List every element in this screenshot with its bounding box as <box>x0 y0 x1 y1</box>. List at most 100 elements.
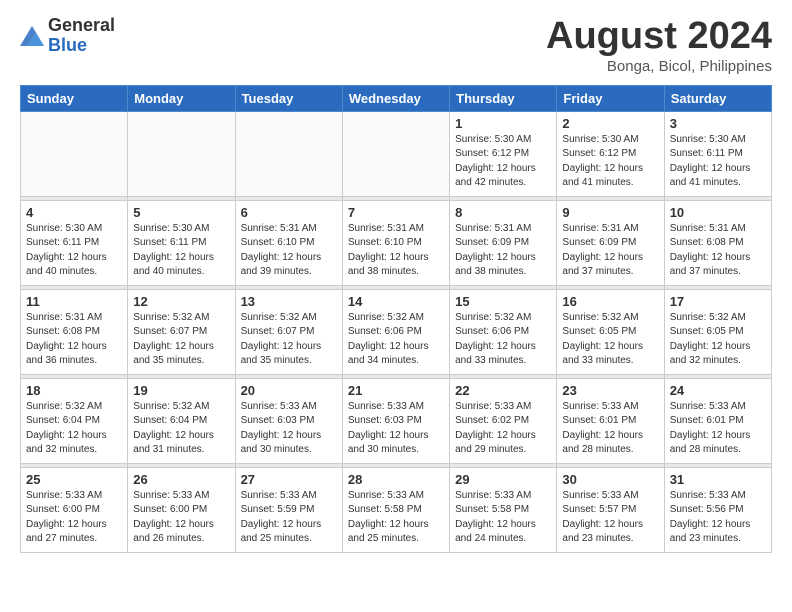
day-number: 21 <box>348 383 444 398</box>
day-cell: 9Sunrise: 5:31 AMSunset: 6:09 PMDaylight… <box>557 200 664 285</box>
day-info: Sunrise: 5:32 AMSunset: 6:05 PMDaylight:… <box>670 311 766 369</box>
day-info: Sunrise: 5:33 AMSunset: 5:58 PMDaylight:… <box>455 489 551 547</box>
day-cell <box>128 111 235 196</box>
day-number: 20 <box>241 383 337 398</box>
location-text: Bonga, Bicol, Philippines <box>546 58 772 75</box>
day-info: Sunrise: 5:32 AMSunset: 6:06 PMDaylight:… <box>348 311 444 369</box>
logo: General Blue <box>20 16 115 56</box>
week-row-2: 4 Sunrise: 5:30 AMSunset: 6:11 PMDaylight… <box>21 200 772 285</box>
day-info: Sunrise: 5:32 AMSunset: 6:07 PMDaylight:… <box>133 311 229 369</box>
day-info: Sunrise: 5:33 AMSunset: 5:58 PMDaylight:… <box>348 489 444 547</box>
logo-blue-text: Blue <box>48 36 115 56</box>
day-info: Sunrise: 5:32 AMSunset: 6:04 PMDaylight:… <box>133 400 229 458</box>
day-number: 1 <box>455 116 551 131</box>
day-info: Sunrise: 5:33 AMSunset: 6:00 PMDaylight:… <box>133 489 229 547</box>
day-info: Sunrise: 5:33 AMSunset: 6:03 PMDaylight:… <box>348 400 444 458</box>
day-cell: 11 Sunrise: 5:31 AMSunset: 6:08 PMDayligh… <box>21 289 128 374</box>
logo-text: General Blue <box>48 16 115 56</box>
day-info: Sunrise: 5:31 AMSunset: 6:09 PMDaylight:… <box>455 222 551 280</box>
day-info: Sunrise: 5:31 AMSunset: 6:10 PMDaylight:… <box>348 222 444 280</box>
day-info: Sunrise: 5:31 AMSunset: 6:08 PMDaylight:… <box>26 311 122 369</box>
day-cell: 24Sunrise: 5:33 AMSunset: 6:01 PMDayligh… <box>664 378 771 463</box>
day-cell <box>342 111 449 196</box>
day-number: 19 <box>133 383 229 398</box>
day-number: 10 <box>670 205 766 220</box>
week-row-1: 1 Sunrise: 5:30 AMSunset: 6:12 PMDaylight… <box>21 111 772 196</box>
day-number: 23 <box>562 383 658 398</box>
day-cell: 1 Sunrise: 5:30 AMSunset: 6:12 PMDaylight… <box>450 111 557 196</box>
day-cell: 28Sunrise: 5:33 AMSunset: 5:58 PMDayligh… <box>342 467 449 552</box>
day-number: 22 <box>455 383 551 398</box>
weekday-header-tuesday: Tuesday <box>235 85 342 111</box>
day-cell: 3Sunrise: 5:30 AMSunset: 6:11 PMDaylight… <box>664 111 771 196</box>
day-number: 29 <box>455 472 551 487</box>
logo-icon <box>20 26 44 46</box>
day-cell: 29 Sunrise: 5:33 AMSunset: 5:58 PMDayligh… <box>450 467 557 552</box>
day-number: 15 <box>455 294 551 309</box>
day-number: 27 <box>241 472 337 487</box>
weekday-header-row: SundayMondayTuesdayWednesdayThursdayFrid… <box>21 85 772 111</box>
day-cell <box>21 111 128 196</box>
page: General Blue August 2024 Bonga, Bicol, P… <box>0 0 792 563</box>
day-cell: 14 Sunrise: 5:32 AMSunset: 6:06 PMDayligh… <box>342 289 449 374</box>
day-info: Sunrise: 5:33 AMSunset: 6:02 PMDaylight:… <box>455 400 551 458</box>
day-info: Sunrise: 5:33 AMSunset: 5:57 PMDaylight:… <box>562 489 658 547</box>
day-cell: 6Sunrise: 5:31 AMSunset: 6:10 PMDaylight… <box>235 200 342 285</box>
day-info: Sunrise: 5:30 AMSunset: 6:11 PMDaylight:… <box>133 222 229 280</box>
day-number: 11 <box>26 294 122 309</box>
day-number: 2 <box>562 116 658 131</box>
week-row-5: 25Sunrise: 5:33 AMSunset: 6:00 PMDayligh… <box>21 467 772 552</box>
day-number: 24 <box>670 383 766 398</box>
day-cell: 22 Sunrise: 5:33 AMSunset: 6:02 PMDayligh… <box>450 378 557 463</box>
day-cell: 4 Sunrise: 5:30 AMSunset: 6:11 PMDaylight… <box>21 200 128 285</box>
weekday-header-wednesday: Wednesday <box>342 85 449 111</box>
day-info: Sunrise: 5:32 AMSunset: 6:06 PMDaylight:… <box>455 311 551 369</box>
weekday-header-saturday: Saturday <box>664 85 771 111</box>
day-number: 5 <box>133 205 229 220</box>
day-cell: 21 Sunrise: 5:33 AMSunset: 6:03 PMDayligh… <box>342 378 449 463</box>
weekday-header-sunday: Sunday <box>21 85 128 111</box>
day-cell: 20Sunrise: 5:33 AMSunset: 6:03 PMDayligh… <box>235 378 342 463</box>
day-cell: 26Sunrise: 5:33 AMSunset: 6:00 PMDayligh… <box>128 467 235 552</box>
day-number: 16 <box>562 294 658 309</box>
day-cell: 2 Sunrise: 5:30 AMSunset: 6:12 PMDaylight… <box>557 111 664 196</box>
day-cell: 30 Sunrise: 5:33 AMSunset: 5:57 PMDayligh… <box>557 467 664 552</box>
day-number: 7 <box>348 205 444 220</box>
day-number: 30 <box>562 472 658 487</box>
day-cell: 7 Sunrise: 5:31 AMSunset: 6:10 PMDaylight… <box>342 200 449 285</box>
day-info: Sunrise: 5:31 AMSunset: 6:10 PMDaylight:… <box>241 222 337 280</box>
day-number: 9 <box>562 205 658 220</box>
day-number: 13 <box>241 294 337 309</box>
month-year-title: August 2024 <box>546 16 772 58</box>
day-info: Sunrise: 5:30 AMSunset: 6:12 PMDaylight:… <box>455 133 551 191</box>
day-info: Sunrise: 5:33 AMSunset: 5:59 PMDaylight:… <box>241 489 337 547</box>
day-info: Sunrise: 5:33 AMSunset: 6:01 PMDaylight:… <box>562 400 658 458</box>
day-cell: 13 Sunrise: 5:32 AMSunset: 6:07 PMDayligh… <box>235 289 342 374</box>
day-number: 4 <box>26 205 122 220</box>
logo-general-text: General <box>48 16 115 36</box>
day-cell: 17Sunrise: 5:32 AMSunset: 6:05 PMDayligh… <box>664 289 771 374</box>
weekday-header-friday: Friday <box>557 85 664 111</box>
day-info: Sunrise: 5:30 AMSunset: 6:11 PMDaylight:… <box>670 133 766 191</box>
day-cell: 8Sunrise: 5:31 AMSunset: 6:09 PMDaylight… <box>450 200 557 285</box>
week-row-4: 18 Sunrise: 5:32 AMSunset: 6:04 PMDayligh… <box>21 378 772 463</box>
day-number: 18 <box>26 383 122 398</box>
calendar-table: SundayMondayTuesdayWednesdayThursdayFrid… <box>20 85 772 553</box>
day-number: 14 <box>348 294 444 309</box>
day-cell: 16Sunrise: 5:32 AMSunset: 6:05 PMDayligh… <box>557 289 664 374</box>
day-cell: 23 Sunrise: 5:33 AMSunset: 6:01 PMDayligh… <box>557 378 664 463</box>
day-info: Sunrise: 5:32 AMSunset: 6:07 PMDaylight:… <box>241 311 337 369</box>
day-cell: 31 Sunrise: 5:33 AMSunset: 5:56 PMDayligh… <box>664 467 771 552</box>
day-info: Sunrise: 5:33 AMSunset: 6:00 PMDaylight:… <box>26 489 122 547</box>
day-info: Sunrise: 5:30 AMSunset: 6:12 PMDaylight:… <box>562 133 658 191</box>
day-cell: 5 Sunrise: 5:30 AMSunset: 6:11 PMDaylight… <box>128 200 235 285</box>
day-number: 31 <box>670 472 766 487</box>
day-cell: 15 Sunrise: 5:32 AMSunset: 6:06 PMDayligh… <box>450 289 557 374</box>
day-cell: 19 Sunrise: 5:32 AMSunset: 6:04 PMDayligh… <box>128 378 235 463</box>
title-block: August 2024 Bonga, Bicol, Philippines <box>546 16 772 75</box>
day-info: Sunrise: 5:30 AMSunset: 6:11 PMDaylight:… <box>26 222 122 280</box>
day-info: Sunrise: 5:33 AMSunset: 5:56 PMDaylight:… <box>670 489 766 547</box>
day-cell: 12Sunrise: 5:32 AMSunset: 6:07 PMDayligh… <box>128 289 235 374</box>
day-cell: 27 Sunrise: 5:33 AMSunset: 5:59 PMDayligh… <box>235 467 342 552</box>
day-cell <box>235 111 342 196</box>
